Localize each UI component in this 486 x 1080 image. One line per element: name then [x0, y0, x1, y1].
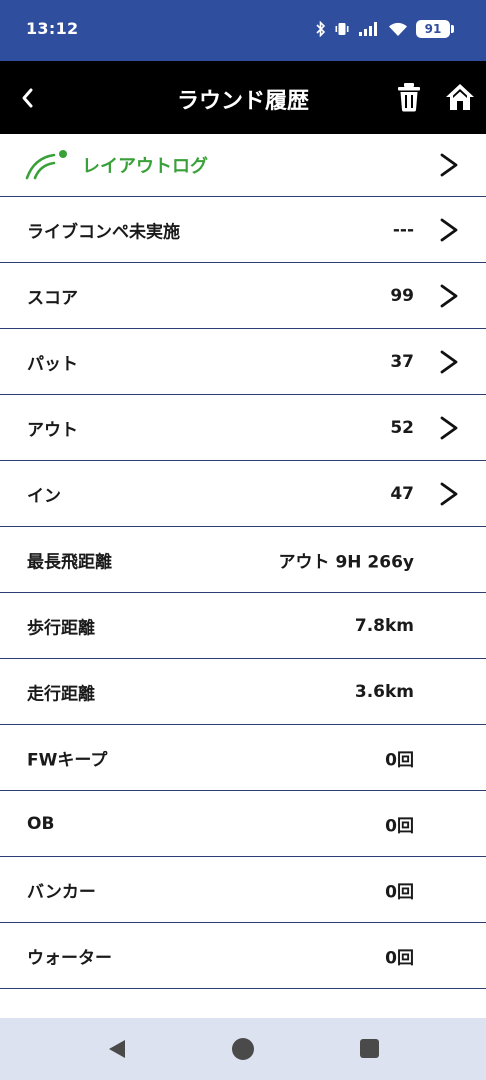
battery-icon: 91	[416, 20, 454, 38]
trash-icon	[398, 83, 420, 112]
row-value: 0回	[385, 948, 414, 968]
list-item[interactable]: スコア 99	[0, 263, 486, 329]
delete-button[interactable]	[394, 81, 424, 113]
row-label: ウォーター	[27, 948, 112, 968]
row-label: アウト	[27, 420, 78, 440]
list-item: FWキープ 0回	[0, 725, 486, 791]
row-value: 0回	[385, 816, 414, 836]
row-label: 歩行距離	[27, 618, 95, 638]
row-label: OB	[27, 813, 55, 834]
row-label: バンカー	[27, 882, 96, 902]
row-value: 0回	[385, 882, 414, 902]
row-label: イン	[27, 486, 61, 506]
wifi-icon	[389, 22, 407, 36]
nav-home-icon[interactable]	[232, 1038, 254, 1060]
row-value: アウト 9H 266y	[278, 552, 414, 572]
status-time: 13:12	[26, 19, 79, 38]
row-value: 7.8km	[354, 615, 414, 636]
chevron-right-icon	[440, 350, 458, 373]
chevron-right-icon	[440, 416, 458, 439]
signal-icon	[359, 22, 377, 36]
list-item: バンカー 0回	[0, 857, 486, 923]
row-value: 0回	[385, 750, 414, 770]
row-label: スコア	[27, 288, 78, 308]
row-label: FWキープ	[27, 750, 108, 770]
row-value: 99	[390, 285, 414, 306]
row-value: 37	[390, 351, 414, 372]
chevron-right-icon	[440, 218, 458, 241]
row-value: 3.6km	[354, 681, 414, 702]
row-label: 走行距離	[27, 684, 95, 704]
row-value: 52	[390, 417, 414, 438]
app-bar: ラウンド履歴	[0, 61, 486, 134]
nav-back-icon[interactable]	[106, 1038, 128, 1060]
row-label: 最長飛距離	[27, 552, 112, 572]
layout-log-label: レイアウトログ	[82, 156, 208, 177]
list-item[interactable]: ライブコンペ未実施 ---	[0, 197, 486, 263]
list-item: 走行距離 3.6km	[0, 659, 486, 725]
list-item[interactable]: パット 37	[0, 329, 486, 395]
stats-rows: ライブコンペ未実施 --- スコア 99 パット 37 アウト 52 イン 47 最長飛距離 アウト …	[0, 197, 486, 989]
vibrate-icon	[335, 23, 349, 35]
home-button[interactable]	[444, 81, 476, 113]
status-bar: 13:12 91	[0, 0, 486, 61]
list-item: 最長飛距離 アウト 9H 266y	[0, 527, 486, 593]
chevron-right-icon	[440, 284, 458, 307]
layout-log-icon	[25, 150, 67, 180]
row-label: ライブコンペ未実施	[27, 222, 180, 242]
round-history-list: レイアウトログ ライブコンペ未実施 --- スコア 99 パット 37 アウト 52 イン 47 最…	[0, 134, 486, 989]
list-item: 歩行距離 7.8km	[0, 593, 486, 659]
row-value: ---	[392, 219, 414, 240]
row-label: パット	[27, 354, 78, 374]
nav-recents-icon[interactable]	[360, 1039, 379, 1058]
row-value: 47	[390, 483, 414, 504]
list-item: ウォーター 0回	[0, 923, 486, 989]
system-nav-bar	[0, 1018, 486, 1080]
chevron-right-icon	[440, 482, 458, 505]
home-icon	[446, 84, 474, 110]
chevron-right-icon	[440, 153, 458, 177]
list-item: OB 0回	[0, 791, 486, 857]
layout-log-row[interactable]: レイアウトログ	[0, 134, 486, 197]
bluetooth-icon	[316, 21, 326, 37]
list-item[interactable]: イン 47	[0, 461, 486, 527]
list-item[interactable]: アウト 52	[0, 395, 486, 461]
status-icons: 91	[316, 20, 454, 38]
